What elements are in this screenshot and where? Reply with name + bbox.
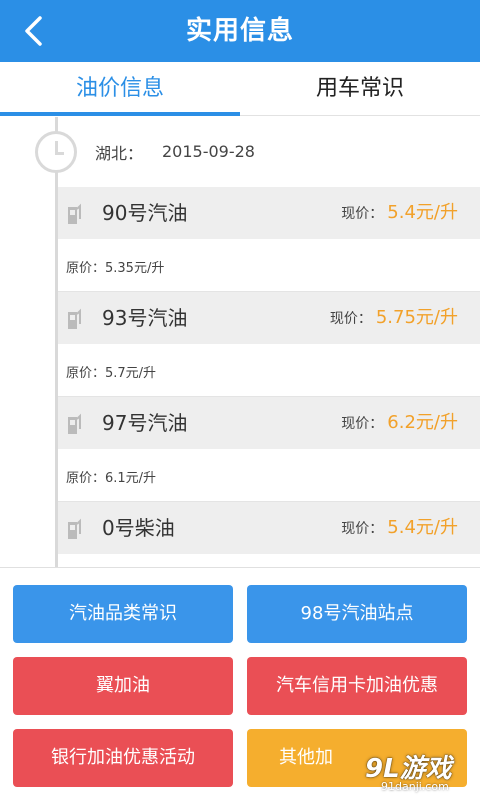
original-price: 原价：5.7元/升 <box>66 366 157 381</box>
fuel-name: 0号柴油 <box>102 516 175 540</box>
fuel-row: 90号汽油 现价： 5.4元/升 <box>58 187 480 239</box>
current-price-label: 现价： <box>341 521 384 537</box>
current-price-value: 5.4元/升 <box>387 202 458 223</box>
fuel-pump-icon <box>68 203 81 224</box>
gasoline-knowledge-button[interactable]: 汽油品类常识 <box>13 585 233 643</box>
fuel-row: 0号柴油 现价： 5.4元/升 <box>58 502 480 554</box>
fuel-row: 93号汽油 现价： 5.75元/升 <box>58 292 480 344</box>
site-watermark: 9L游戏 91danji.com <box>365 742 480 800</box>
tab-car-knowledge[interactable]: 用车常识 <box>240 62 480 116</box>
current-price: 现价： 5.4元/升 <box>341 187 458 239</box>
98-gas-station-button[interactable]: 98号汽油站点 <box>247 585 467 643</box>
fuel-row: 97号汽油 现价： 6.2元/升 <box>58 397 480 449</box>
current-price-label: 现价： <box>341 416 384 432</box>
original-price: 原价：5.35元/升 <box>66 261 165 276</box>
current-price: 现价： 5.4元/升 <box>341 502 458 554</box>
current-price-label: 现价： <box>341 206 384 222</box>
page-title: 实用信息 <box>185 16 294 46</box>
current-price-value: 6.2元/升 <box>387 412 458 433</box>
fuel-name: 90号汽油 <box>102 201 188 225</box>
fuel-name: 93号汽油 <box>102 306 188 330</box>
fuel-name: 97号汽油 <box>102 411 188 435</box>
active-tab-indicator <box>0 112 240 116</box>
fuel-pump-icon <box>68 518 81 539</box>
current-price: 现价： 6.2元/升 <box>341 397 458 449</box>
current-price-label: 现价： <box>329 311 372 327</box>
yi-refuel-button[interactable]: 翼加油 <box>13 657 233 715</box>
current-price: 现价： 5.75元/升 <box>330 292 458 344</box>
price-date: 2015-09-28 <box>162 142 255 161</box>
tab-oil-price[interactable]: 油价信息 <box>0 62 240 116</box>
fuel-pump-icon <box>68 308 81 329</box>
region-label: 湖北： <box>95 144 144 163</box>
app-header: 实用信息 <box>0 0 480 62</box>
original-price: 原价：6.1元/升 <box>66 471 157 486</box>
current-price-value: 5.4元/升 <box>387 517 458 538</box>
fuel-pump-icon <box>68 413 81 434</box>
bank-refuel-promo-button[interactable]: 银行加油优惠活动 <box>13 729 233 787</box>
watermark-url: 91danji.com <box>381 780 449 793</box>
clock-icon <box>35 131 77 173</box>
tab-bar: 油价信息 用车常识 <box>0 62 480 116</box>
current-price-value: 5.75元/升 <box>375 307 458 328</box>
oil-price-list[interactable]: 湖北： 2015-09-28 90号汽油 现价： 5.4元/升 原价：5.35元/… <box>0 117 480 567</box>
credit-card-refuel-button[interactable]: 汽车信用卡加油优惠 <box>247 657 467 715</box>
